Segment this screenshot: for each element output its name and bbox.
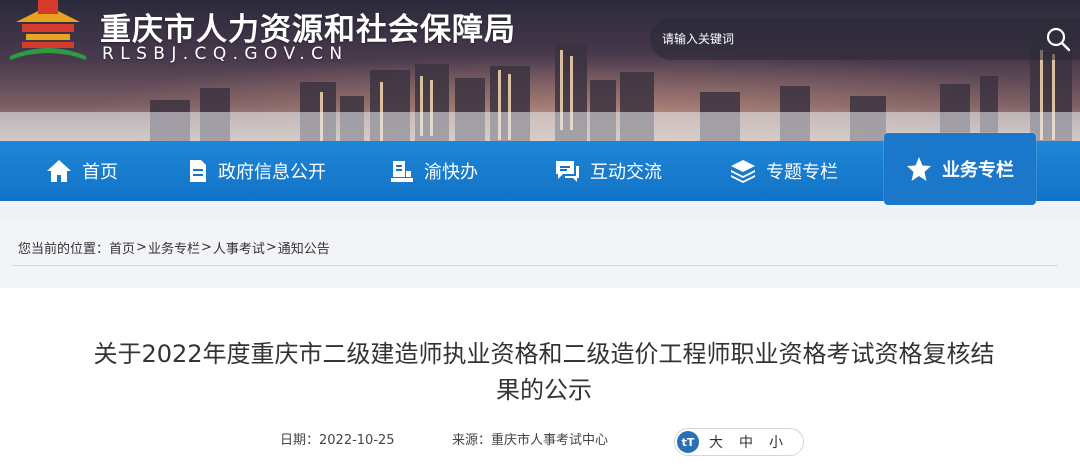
logo-icon: [10, 0, 86, 60]
main-nav: 首页 政府信息公开 渝快办 互动交流 专题专栏 业务专栏: [0, 133, 1080, 205]
nav-label: 业务专栏: [942, 160, 1014, 181]
article-title-line2: 果的公示: [496, 376, 592, 404]
nav-label: 专题专栏: [766, 162, 838, 183]
breadcrumb-prefix: 您当前的位置：: [18, 242, 110, 257]
font-size-small-button[interactable]: 小: [769, 432, 783, 452]
nav-item-home[interactable]: 首页: [46, 141, 118, 201]
nav-item-yukuaiban[interactable]: 渝快办: [390, 141, 478, 201]
breadcrumb: 您当前的位置： 首页 > 业务专栏 > 人事考试 > 通知公告: [12, 230, 1058, 266]
site-domain: RLSBJ.CQ.GOV.CN: [102, 44, 349, 64]
breadcrumb-link-home[interactable]: 首页: [109, 238, 135, 257]
document-icon: [190, 160, 206, 182]
search-input[interactable]: [662, 18, 1032, 60]
font-size-large-button[interactable]: 大: [709, 432, 723, 452]
nav-item-interaction[interactable]: 互动交流: [554, 141, 662, 201]
search-box: [650, 18, 1080, 60]
article-title-line1: 关于2022年度重庆市二级建造师执业资格和二级造价工程师职业资格考试资格复核结: [93, 340, 995, 368]
article-date: 日期：2022-10-25: [280, 433, 395, 448]
article-title: 关于2022年度重庆市二级建造师执业资格和二级造价工程师职业资格考试资格复核结 …: [28, 336, 1060, 408]
home-icon: [47, 160, 71, 182]
font-size-switcher: tT 大 中 小: [674, 428, 804, 456]
nav-item-government-info[interactable]: 政府信息公开: [188, 141, 326, 201]
font-size-icon: tT: [677, 431, 699, 453]
nav-label: 渝快办: [424, 162, 478, 183]
nav-label: 政府信息公开: [218, 162, 326, 183]
nav-label: 首页: [82, 162, 118, 183]
breadcrumb-link-personnel-exam[interactable]: 人事考试: [213, 238, 265, 257]
article-source: 来源：重庆市人事考试中心: [452, 433, 609, 448]
service-desk-icon: [391, 161, 413, 182]
nav-item-business[interactable]: 业务专栏: [884, 133, 1036, 205]
chat-icon: [556, 161, 579, 182]
breadcrumb-bar: 您当前的位置： 首页 > 业务专栏 > 人事考试 > 通知公告: [0, 218, 1080, 288]
site-title: 重庆市人力资源和社会保障局: [100, 12, 516, 48]
nav-item-special-topics[interactable]: 专题专栏: [730, 141, 838, 201]
search-icon[interactable]: [1044, 25, 1072, 53]
layers-icon: [731, 160, 755, 183]
article-meta: 日期：2022-10-25 来源：重庆市人事考试中心 tT 大 中 小: [0, 426, 1080, 456]
star-icon: [907, 157, 931, 181]
breadcrumb-link-notices[interactable]: 通知公告: [278, 238, 330, 257]
breadcrumb-separator: >: [265, 240, 277, 255]
breadcrumb-link-business[interactable]: 业务专栏: [148, 238, 200, 257]
breadcrumb-separator: >: [200, 240, 212, 255]
breadcrumb-separator: >: [136, 240, 147, 255]
nav-label: 互动交流: [590, 162, 662, 183]
font-size-medium-button[interactable]: 中: [739, 432, 753, 452]
